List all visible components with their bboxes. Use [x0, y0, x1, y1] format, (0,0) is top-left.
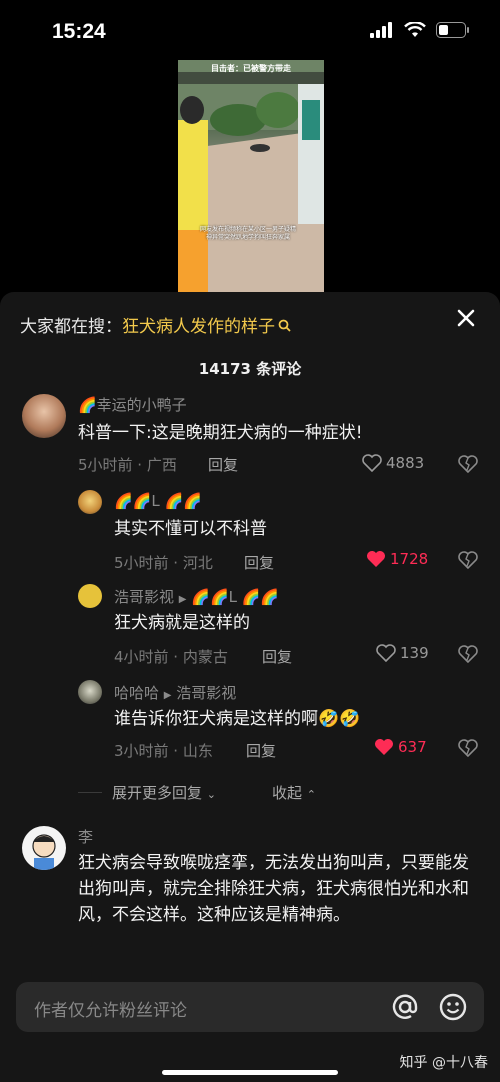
- heart-icon: [362, 454, 382, 472]
- avatar[interactable]: [78, 680, 102, 704]
- comment-input-placeholder: 作者仅允许粉丝评论: [34, 1001, 187, 1021]
- like-button[interactable]: 4883: [362, 454, 424, 472]
- comment-username-text: 哈哈哈: [114, 684, 160, 702]
- video-caption-title: 目击者：已被警方带走: [211, 64, 291, 73]
- comment-text: 狂犬病会导致喉咙痉挛，无法发出狗叫声，只要能发出狗叫声，就完全排除狂犬病，狂犬病…: [78, 853, 469, 925]
- wifi-icon: [404, 22, 426, 37]
- comment-text: 谁告诉你狂犬病是这样的啊🤣🤣: [114, 709, 361, 729]
- like-count: 1728: [390, 550, 429, 568]
- status-icons: [370, 22, 470, 38]
- like-count: 4883: [386, 454, 425, 472]
- like-button[interactable]: 637: [374, 738, 427, 756]
- comment-count: 14173 条评论: [198, 360, 302, 378]
- watermark: 知乎 @十八春: [399, 1055, 488, 1071]
- home-indicator: [162, 1070, 338, 1075]
- hot-search-term[interactable]: 狂犬病人发作的样子: [122, 317, 275, 337]
- dislike-heart-icon[interactable]: [458, 454, 478, 474]
- dislike-heart-icon[interactable]: [458, 644, 478, 664]
- like-button[interactable]: 1728: [366, 550, 428, 568]
- reply-button[interactable]: 回复: [244, 552, 274, 573]
- hot-search-prefix: 大家都在搜：: [20, 317, 122, 337]
- dislike-heart-icon[interactable]: [458, 550, 478, 570]
- heart-filled-icon: [375, 739, 393, 755]
- comment-meta: 5小时前 · 广西: [78, 456, 177, 474]
- video-player[interactable]: 目击者：已被警方带走 网友发布视频称在某小区一男子疑精神异常突然趴地学狗叫狂奔家…: [178, 60, 324, 292]
- comment-username[interactable]: 浩哥影视 ▶ 🌈🌈L 🌈🌈: [114, 586, 279, 607]
- comment-username[interactable]: 李: [78, 826, 93, 847]
- divider: [78, 792, 102, 793]
- emoji-icon[interactable]: [438, 992, 468, 1022]
- replies-toggle-row: 展开更多回复 ⌄ 收起 ⌃: [0, 782, 500, 804]
- avatar[interactable]: [78, 584, 102, 608]
- reply-button[interactable]: 回复: [208, 454, 238, 475]
- comment-username[interactable]: 🌈幸运的小鸭子: [78, 394, 187, 415]
- comment-username-text: 浩哥影视: [114, 588, 175, 606]
- cellular-signal-icon: [370, 22, 392, 38]
- avatar[interactable]: [22, 826, 66, 870]
- reply-button[interactable]: 回复: [262, 646, 292, 667]
- expand-replies-label: 展开更多回复: [112, 784, 203, 802]
- reply-button[interactable]: 回复: [246, 740, 276, 761]
- like-button[interactable]: 139: [376, 644, 429, 662]
- reply-arrow-icon: ▶: [163, 690, 172, 701]
- comment-meta: 3小时前 · 山东: [114, 742, 213, 760]
- status-bar: 15:24: [0, 0, 500, 60]
- at-mention-icon[interactable]: [390, 992, 420, 1022]
- comment-text: 狂犬病就是这样的: [114, 613, 250, 633]
- close-icon[interactable]: [454, 306, 478, 330]
- status-time: 15:24: [52, 20, 106, 43]
- comment-meta: 4小时前 · 内蒙古: [114, 648, 228, 666]
- cartoon-avatar-icon: [32, 834, 56, 870]
- chevron-up-icon: ⌃: [306, 788, 317, 801]
- chevron-down-icon: ⌄: [206, 788, 217, 801]
- comment-text: 科普一下:这是晚期狂犬病的一种症状!: [78, 423, 363, 443]
- battery-icon: [436, 22, 469, 38]
- hot-search-row[interactable]: 大家都在搜：狂犬病人发作的样子: [20, 312, 292, 337]
- search-icon: [278, 319, 291, 332]
- avatar[interactable]: [78, 490, 102, 514]
- comment-meta: 5小时前 · 河北: [114, 554, 213, 572]
- comment-username[interactable]: 🌈🌈L 🌈🌈: [114, 492, 202, 510]
- comment-input-bar[interactable]: 作者仅允许粉丝评论: [16, 982, 484, 1032]
- collapse-replies-button[interactable]: 收起 ⌃: [272, 782, 316, 803]
- like-count: 139: [400, 644, 429, 662]
- dislike-heart-icon[interactable]: [458, 738, 478, 758]
- collapse-replies-label: 收起: [272, 784, 303, 802]
- video-scene-illustration: [178, 60, 324, 292]
- heart-filled-icon: [367, 551, 385, 567]
- avatar[interactable]: [22, 394, 66, 438]
- heart-icon: [376, 644, 396, 662]
- expand-replies-button[interactable]: 展开更多回复 ⌄: [112, 782, 216, 803]
- reply-arrow-icon: ▶: [178, 594, 187, 605]
- reply-to-username[interactable]: 🌈🌈L 🌈🌈: [191, 588, 279, 606]
- like-count: 637: [398, 738, 427, 756]
- reply-to-username[interactable]: 浩哥影视: [176, 684, 236, 702]
- video-caption-subtitle: 网友发布视频称在某小区一男子疑精神异常突然趴地学狗叫狂奔家属: [199, 226, 296, 241]
- comment-sheet: 大家都在搜：狂犬病人发作的样子 14173 条评论 🌈幸运的小鸭子 科普一下:这…: [0, 292, 500, 1082]
- comment-text: 其实不懂可以不科普: [114, 519, 267, 539]
- comment-username[interactable]: 哈哈哈 ▶ 浩哥影视: [114, 682, 236, 703]
